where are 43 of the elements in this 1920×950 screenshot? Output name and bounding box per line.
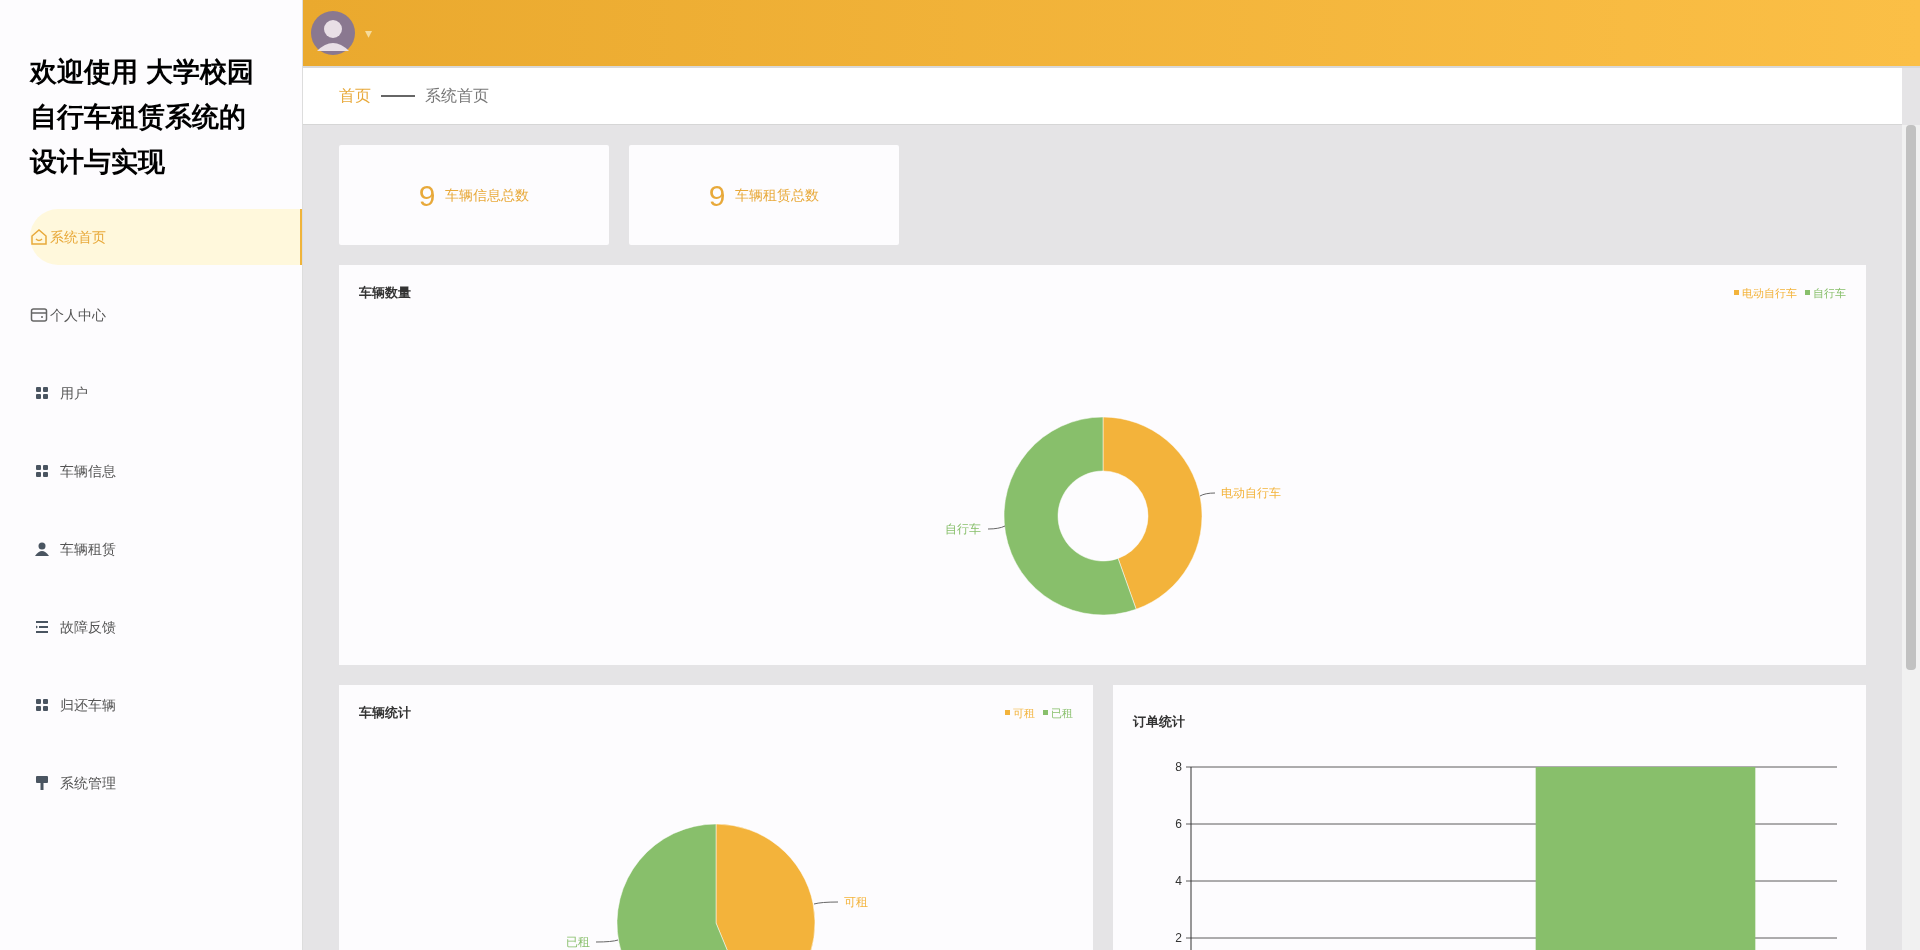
leader-line	[987, 525, 1005, 529]
legend-label: 自行车	[1813, 285, 1846, 301]
slice-label: 已租	[565, 934, 590, 949]
sidebar-item[interactable]: 个人中心	[30, 287, 302, 343]
home-icon	[30, 228, 48, 246]
stat-value: 9	[418, 177, 436, 214]
legend-label: 已租	[1050, 705, 1073, 721]
axis-tick-label: 8	[1174, 760, 1182, 774]
scrollbar[interactable]	[1902, 125, 1920, 950]
avatar[interactable]	[311, 11, 355, 55]
axis-tick-label: 4	[1174, 874, 1182, 888]
legend-label: 可租	[1012, 705, 1035, 721]
leader-line	[813, 901, 839, 904]
card-icon	[30, 306, 48, 324]
sidebar-item[interactable]: 车辆租赁	[30, 521, 302, 577]
slice-label: 自行车	[944, 521, 981, 536]
grid-icon	[33, 696, 51, 714]
legend-label: 电动自行车	[1742, 285, 1797, 301]
leader-line	[1199, 492, 1215, 496]
leader-line	[595, 939, 619, 942]
chart-title: 车辆统计	[359, 704, 411, 722]
axis-tick-label: 2	[1174, 931, 1182, 945]
stat-label: 车辆租赁总数	[735, 185, 820, 205]
grid-icon	[33, 384, 51, 402]
slice-label: 可租	[843, 894, 868, 909]
sidebar-title: 欢迎使用 大学校园自行车租赁系统的设计与实现	[28, 56, 255, 179]
person-icon	[33, 540, 51, 558]
slice-label: 电动自行车	[1220, 485, 1281, 500]
sidebar-item[interactable]: 故障反馈	[30, 599, 302, 655]
stat-label: 车辆信息总数	[445, 185, 530, 205]
breadcrumb-current: 系统首页	[425, 86, 489, 106]
sidebar-item[interactable]: 归还车辆	[30, 677, 302, 733]
axis-tick-label: 6	[1174, 817, 1182, 831]
chart-title: 订单统计	[1132, 714, 1185, 729]
brush-icon	[33, 774, 51, 792]
sidebar-item[interactable]: 用户	[30, 365, 302, 421]
sidebar-item[interactable]: 车辆信息	[30, 443, 302, 499]
sidebar-item[interactable]: 系统管理	[30, 755, 302, 811]
breadcrumb-separator	[381, 95, 415, 97]
grid-icon	[33, 462, 51, 480]
stat-value: 9	[708, 177, 726, 214]
list-icon	[33, 618, 51, 636]
chart-title: 车辆数量	[359, 284, 411, 302]
